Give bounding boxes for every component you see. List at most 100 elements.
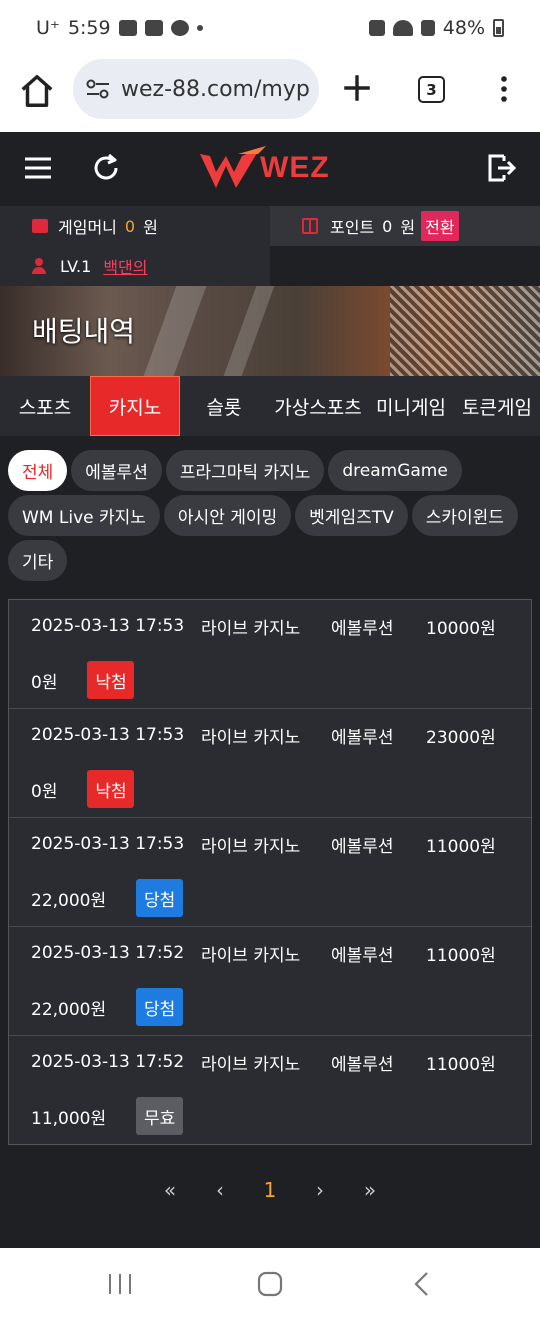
- point-cell: 포인트 0 원 전환: [270, 206, 540, 246]
- bet-date: 2025-03-13 17:53: [31, 725, 185, 745]
- android-status-bar: U⁺ 5:59 48%: [0, 0, 540, 58]
- bet-row-result: 22,000원 당첨: [31, 979, 509, 1035]
- chip-all[interactable]: 전체: [8, 450, 68, 491]
- point-unit: 원: [400, 218, 416, 237]
- user-info-row: LV.1 백댄의: [0, 246, 540, 286]
- result-badge: 낙첨: [87, 661, 135, 699]
- tab-mini-game[interactable]: 미니게임: [368, 376, 454, 436]
- chip-wm-live-casino[interactable]: WM Live 카지노: [8, 495, 160, 536]
- tab-virtual-sports[interactable]: 가상스포츠: [268, 376, 368, 436]
- next-page-button[interactable]: ›: [309, 1178, 331, 1202]
- gallery-notification-icon: [118, 20, 137, 36]
- result-badge: 당첨: [136, 879, 184, 917]
- bet-row: 2025-03-13 17:53 라이브 카지노 에볼루션 23000원 0원 낙첨: [9, 709, 531, 818]
- result-badge: 무효: [136, 1097, 184, 1135]
- battery-percent: 48%: [442, 17, 485, 39]
- b-app-notification-icon: [144, 20, 163, 36]
- bet-row-info: 2025-03-13 17:53 라이브 카지노 에볼루션 10000원: [31, 600, 509, 652]
- point-value: 0: [382, 216, 393, 236]
- page-title: 배팅내역: [32, 315, 136, 348]
- site-viewport: WEZ 게임머니 0 원 포인트 0 원 전환 LV.1 백댄의 배팅내역 스포…: [0, 132, 540, 1248]
- category-tabs: 스포츠 카지노 슬롯 가상스포츠 미니게임 토큰게임: [0, 376, 540, 436]
- bet-provider: 에볼루션: [331, 727, 394, 748]
- banner-crowd-image: [390, 286, 540, 376]
- wallet-icon: [32, 219, 48, 233]
- bet-game-type: 라이브 카지노: [201, 618, 301, 639]
- bet-amount: 11000원: [426, 1054, 496, 1075]
- home-nav-icon[interactable]: [256, 1270, 284, 1298]
- wez-logo-mark-icon: [200, 146, 266, 188]
- bet-provider: 에볼루션: [331, 836, 394, 857]
- bet-row-info: 2025-03-13 17:52 라이브 카지노 에볼루션 11000원: [31, 1036, 509, 1088]
- bet-row-info: 2025-03-13 17:52 라이브 카지노 에볼루션 11000원: [31, 927, 509, 979]
- android-nav-bar: [0, 1248, 540, 1320]
- chip-pragmatic-casino[interactable]: 프라그마틱 카지노: [165, 450, 325, 491]
- chip-evolution[interactable]: 에볼루션: [71, 450, 162, 491]
- new-tab-icon[interactable]: [340, 71, 374, 105]
- bet-row: 2025-03-13 17:52 라이브 카지노 에볼루션 11000원 11,000원…: [9, 1036, 531, 1144]
- game-money-value: 0: [124, 216, 136, 236]
- bet-payout: 22,000원: [31, 999, 107, 1020]
- refresh-icon[interactable]: [90, 152, 122, 184]
- bet-provider: 에볼루션: [331, 618, 394, 639]
- bet-amount: 11000원: [426, 836, 496, 857]
- more-notifications-icon: [196, 25, 203, 31]
- bet-game-type: 라이브 카지노: [201, 1054, 301, 1075]
- account-info-row: 게임머니 0 원 포인트 0 원 전환: [0, 206, 540, 246]
- bet-provider: 에볼루션: [331, 945, 394, 966]
- prev-page-button[interactable]: ‹: [209, 1178, 231, 1202]
- convert-button[interactable]: 전환: [421, 211, 459, 241]
- chip-asian-gaming[interactable]: 아시안 게이밍: [163, 495, 292, 536]
- address-bar[interactable]: wez-88.com/myp: [73, 59, 319, 119]
- site-header: WEZ: [0, 132, 540, 206]
- url-text: wez-88.com/myp: [121, 76, 310, 102]
- bet-amount: 10000원: [426, 618, 496, 639]
- kakaotalk-notification-icon: [170, 20, 189, 36]
- carrier-label: U⁺: [36, 17, 60, 39]
- chip-dreamgame[interactable]: dreamGame: [328, 450, 462, 491]
- game-money-label: 게임머니: [58, 218, 117, 237]
- chip-etc[interactable]: 기타: [8, 540, 68, 581]
- clock: 5:59: [67, 17, 111, 39]
- site-logo[interactable]: WEZ: [198, 140, 348, 196]
- game-money-cell: 게임머니 0 원: [0, 206, 270, 246]
- bet-row: 2025-03-13 17:53 라이브 카지노 에볼루션 11000원 22,000원…: [9, 818, 531, 927]
- bet-row-result: 11,000원 무효: [31, 1088, 509, 1144]
- logout-icon[interactable]: [486, 152, 518, 184]
- bet-date: 2025-03-13 17:52: [31, 1052, 185, 1072]
- result-badge: 낙첨: [87, 770, 135, 808]
- bet-payout: 11,000원: [31, 1108, 107, 1129]
- recent-apps-icon[interactable]: [106, 1270, 134, 1298]
- tab-casino[interactable]: 카지노: [90, 376, 180, 436]
- point-label: 포인트: [330, 218, 375, 237]
- home-icon[interactable]: [18, 72, 56, 110]
- chip-betgames-tv[interactable]: 벳게임즈TV: [295, 495, 408, 536]
- first-page-button[interactable]: «: [159, 1178, 181, 1202]
- signal-icon: [420, 20, 435, 36]
- nickname-link[interactable]: 백댄의: [103, 254, 147, 278]
- bet-payout: 22,000원: [31, 890, 107, 911]
- hamburger-menu-icon[interactable]: [22, 152, 54, 184]
- tab-token-game[interactable]: 토큰게임: [454, 376, 540, 436]
- battery-icon: [493, 19, 504, 37]
- bet-row-info: 2025-03-13 17:53 라이브 카지노 에볼루션 11000원: [31, 818, 509, 870]
- tab-switcher-button[interactable]: 3: [418, 76, 445, 103]
- bet-history-list: 2025-03-13 17:53 라이브 카지노 에볼루션 10000원 0원 낙첨 202…: [8, 599, 532, 1145]
- logo-text: WEZ: [260, 151, 330, 184]
- browser-toolbar: wez-88.com/myp 3: [0, 58, 540, 132]
- site-settings-icon[interactable]: [85, 78, 111, 100]
- tab-sports[interactable]: 스포츠: [0, 376, 90, 436]
- bet-date: 2025-03-13 17:52: [31, 943, 185, 963]
- last-page-button[interactable]: »: [359, 1178, 381, 1202]
- back-icon[interactable]: [408, 1270, 436, 1298]
- banner-stripe: [223, 286, 275, 376]
- more-menu-icon[interactable]: [492, 74, 516, 104]
- wifi-icon: [392, 20, 413, 36]
- bet-date: 2025-03-13 17:53: [31, 616, 185, 636]
- bet-row-info: 2025-03-13 17:53 라이브 카지노 에볼루션 23000원: [31, 709, 509, 761]
- bet-game-type: 라이브 카지노: [201, 727, 301, 748]
- chip-skywind[interactable]: 스카이윈드: [411, 495, 518, 536]
- current-page[interactable]: 1: [259, 1178, 281, 1202]
- tab-slot[interactable]: 슬롯: [180, 376, 268, 436]
- page-banner: 배팅내역: [0, 286, 540, 376]
